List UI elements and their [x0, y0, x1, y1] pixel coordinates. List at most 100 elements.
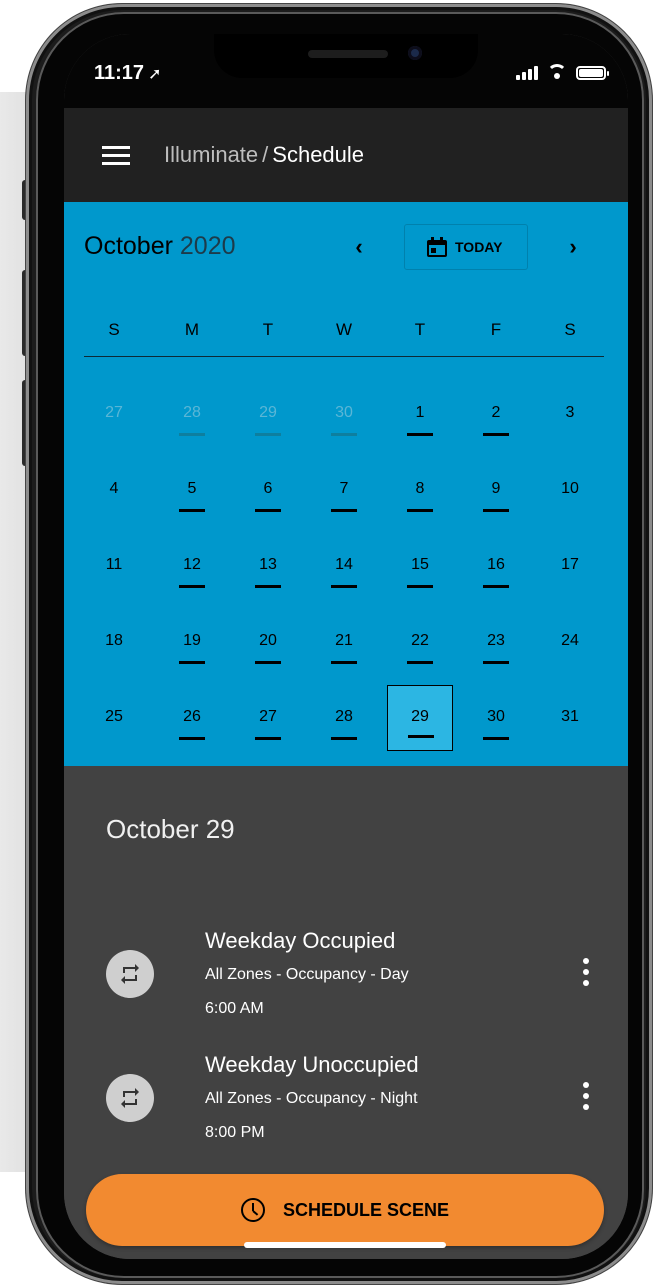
- day-number: 25: [105, 708, 123, 725]
- event-indicator: [483, 509, 509, 512]
- event-indicator: [407, 509, 433, 512]
- day-number: 5: [187, 480, 197, 497]
- event-indicator: [483, 661, 509, 664]
- calendar-day[interactable]: 1: [392, 386, 448, 442]
- calendar-day[interactable]: 31: [542, 690, 598, 746]
- calendar-day[interactable]: 5: [164, 462, 220, 518]
- calendar-day[interactable]: 18: [86, 614, 142, 670]
- today-button[interactable]: TODAY: [404, 224, 528, 270]
- event-item: Weekday Unoccupied All Zones - Occupancy…: [64, 1052, 628, 1162]
- calendar-today-icon: [427, 237, 447, 257]
- calendar-day[interactable]: 3: [542, 386, 598, 442]
- day-number: 26: [183, 708, 201, 725]
- hamburger-menu-icon[interactable]: [102, 146, 130, 166]
- calendar-day[interactable]: 22: [392, 614, 448, 670]
- status-icons: [516, 64, 609, 80]
- day-number: 17: [561, 556, 579, 573]
- event-indicator: [255, 737, 281, 740]
- day-number: 18: [105, 632, 123, 649]
- calendar-year: 2020: [179, 232, 236, 260]
- day-number: 28: [183, 404, 201, 421]
- event-indicator: [255, 509, 281, 512]
- calendar-day[interactable]: 20: [240, 614, 296, 670]
- day-number: 6: [263, 480, 273, 497]
- calendar-day[interactable]: 21: [316, 614, 372, 670]
- day-number: 22: [411, 632, 429, 649]
- calendar-day[interactable]: 7: [316, 462, 372, 518]
- calendar-day[interactable]: 14: [316, 538, 372, 594]
- event-time: 6:00 AM: [205, 1000, 264, 1017]
- calendar-day[interactable]: 23: [468, 614, 524, 670]
- calendar-day[interactable]: 26: [164, 690, 220, 746]
- prev-month-button[interactable]: ‹: [344, 232, 374, 262]
- calendar-day[interactable]: 13: [240, 538, 296, 594]
- calendar-day[interactable]: 6: [240, 462, 296, 518]
- more-vert-icon[interactable]: [580, 958, 592, 988]
- calendar-day[interactable]: 28: [164, 386, 220, 442]
- event-indicator: [331, 737, 357, 740]
- calendar-day[interactable]: 28: [316, 690, 372, 746]
- event-subtitle: All Zones - Occupancy - Night: [205, 1090, 418, 1107]
- schedule-scene-button[interactable]: SCHEDULE SCENE: [86, 1174, 604, 1246]
- calendar-day[interactable]: 11: [86, 538, 142, 594]
- calendar-day[interactable]: 30: [316, 386, 372, 442]
- weekday-label: W: [335, 320, 353, 339]
- home-indicator: [244, 1242, 446, 1248]
- calendar-day[interactable]: 15: [392, 538, 448, 594]
- more-vert-icon[interactable]: [580, 1082, 592, 1112]
- event-indicator: [179, 585, 205, 588]
- event-indicator: [179, 433, 205, 436]
- calendar-day[interactable]: 24: [542, 614, 598, 670]
- calendar-day[interactable]: 27: [86, 386, 142, 442]
- calendar-day-selected[interactable]: 29: [387, 685, 453, 751]
- day-number: 2: [491, 404, 501, 421]
- calendar-day[interactable]: 2: [468, 386, 524, 442]
- calendar-day[interactable]: 25: [86, 690, 142, 746]
- calendar-day[interactable]: 30: [468, 690, 524, 746]
- calendar-day[interactable]: 9: [468, 462, 524, 518]
- calendar-day[interactable]: 4: [86, 462, 142, 518]
- status-time: 11:17 ➚: [94, 62, 161, 85]
- weekday-label: S: [564, 320, 576, 339]
- day-number: 7: [339, 480, 349, 497]
- calendar-month: October: [84, 232, 173, 260]
- next-month-button[interactable]: ›: [558, 232, 588, 262]
- event-indicator: [483, 585, 509, 588]
- breadcrumb-illuminate[interactable]: Illuminate: [164, 142, 258, 167]
- event-indicator: [483, 737, 509, 740]
- day-number: 15: [411, 556, 429, 573]
- weekday-label: S: [108, 320, 120, 339]
- event-subtitle: All Zones - Occupancy - Day: [205, 966, 409, 983]
- day-number: 27: [105, 404, 123, 421]
- event-indicator: [331, 509, 357, 512]
- calendar-day[interactable]: 16: [468, 538, 524, 594]
- calendar-day[interactable]: 27: [240, 690, 296, 746]
- event-item: Weekday Occupied All Zones - Occupancy -…: [64, 928, 628, 1038]
- repeat-icon: [106, 950, 154, 998]
- day-number: 1: [415, 404, 425, 421]
- day-number: 21: [335, 632, 353, 649]
- event-indicator: [255, 661, 281, 664]
- event-indicator: [179, 661, 205, 664]
- event-indicator: [331, 585, 357, 588]
- app-bar: Illuminate / Schedule: [64, 108, 628, 202]
- calendar-day[interactable]: 17: [542, 538, 598, 594]
- events-panel: October 29 Weekday Occupied All Zones - …: [64, 766, 628, 1259]
- clock-time: 11:17: [94, 62, 145, 84]
- speaker-grille: [308, 50, 388, 58]
- day-number: 13: [259, 556, 277, 573]
- event-indicator: [179, 737, 205, 740]
- wifi-icon: [546, 64, 568, 80]
- day-number: 29: [259, 404, 277, 421]
- calendar-day[interactable]: 29: [240, 386, 296, 442]
- day-number: 30: [487, 708, 505, 725]
- calendar-day[interactable]: 12: [164, 538, 220, 594]
- calendar-day[interactable]: 8: [392, 462, 448, 518]
- day-number: 8: [415, 480, 425, 497]
- day-number: 28: [335, 708, 353, 725]
- day-number: 30: [335, 404, 353, 421]
- day-number: 16: [487, 556, 505, 573]
- calendar-day[interactable]: 19: [164, 614, 220, 670]
- breadcrumb-separator: /: [262, 142, 269, 167]
- calendar-day[interactable]: 10: [542, 462, 598, 518]
